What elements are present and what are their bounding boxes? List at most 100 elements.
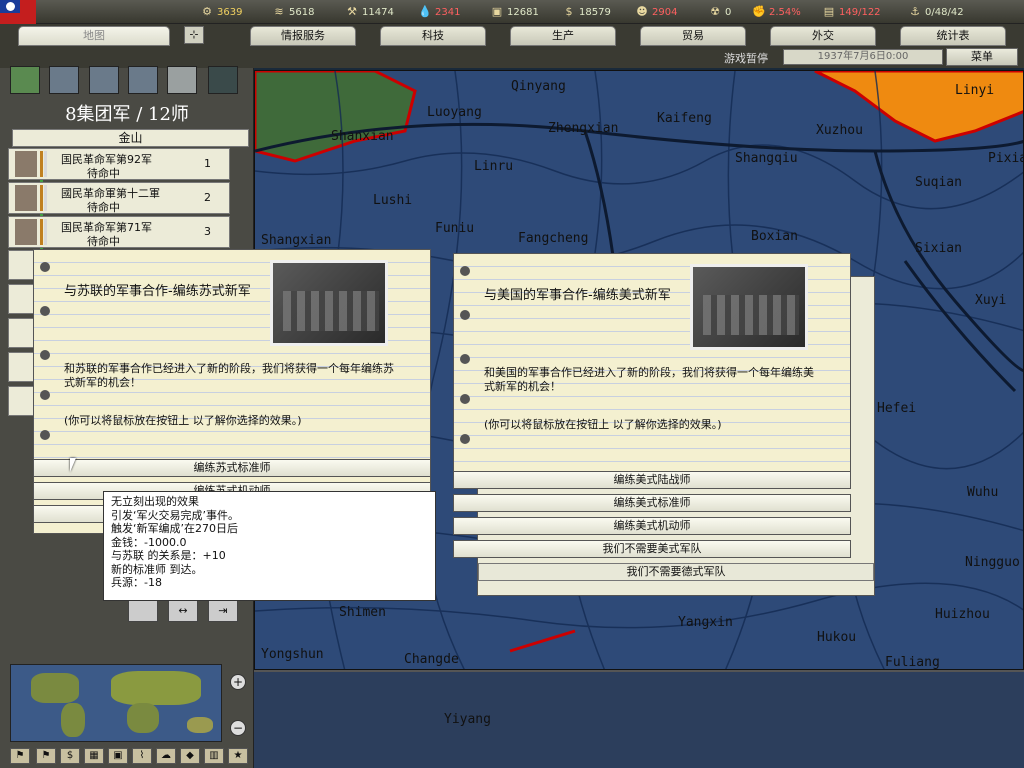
event-title: 与苏联的军事合作-编练苏式新军 — [64, 284, 251, 299]
event-photo — [270, 260, 388, 346]
unit-portrait-small[interactable] — [8, 386, 36, 416]
map-filter-terrain-icon[interactable]: ▦ — [84, 748, 104, 764]
city-label[interactable]: Boxian — [751, 229, 798, 244]
city-label[interactable]: Xuzhou — [816, 123, 863, 138]
map-filter-resource-icon[interactable]: ◆ — [180, 748, 200, 764]
tab-2[interactable]: 科技 — [380, 26, 486, 46]
city-label[interactable]: Shimen — [339, 605, 386, 620]
event-option-us-marine[interactable]: 编练美式陆战师 — [453, 471, 851, 489]
city-label[interactable]: Sixian — [915, 241, 962, 256]
tooltip-line: 兵源：-18 — [111, 576, 162, 589]
menu-button[interactable]: 菜单 — [946, 48, 1018, 66]
map-filter-province-icon[interactable]: ⚑ — [36, 748, 56, 764]
resource-value: 0/48/42 — [925, 6, 964, 18]
unit-row[interactable]: 国民革命军第71军 待命中 3 — [8, 216, 230, 274]
city-label[interactable]: Shangxian — [261, 233, 331, 248]
event-back-option[interactable]: 我们不需要德式军队 — [478, 563, 874, 581]
transport-icon: ▤ — [823, 5, 835, 18]
unit-row[interactable]: 国民革命军第92军 待命中 1 — [8, 148, 230, 206]
resource-value: 11474 — [362, 6, 394, 18]
tab-3[interactable]: 生产 — [510, 26, 616, 46]
city-label[interactable]: Linyi — [955, 83, 994, 98]
tab-5[interactable]: 外交 — [770, 26, 876, 46]
commander-portrait — [15, 185, 37, 211]
city-label[interactable]: Shanxian — [331, 129, 394, 144]
city-label[interactable]: Hefei — [877, 401, 916, 416]
city-label[interactable]: Fangcheng — [518, 231, 588, 246]
unit-portrait-small[interactable] — [8, 318, 36, 348]
resource-value: 0 — [725, 6, 732, 18]
map-filter-factory-icon[interactable]: ▥ — [204, 748, 224, 764]
city-label[interactable]: Zhengxian — [548, 121, 618, 136]
tab-1[interactable]: 情报服务 — [250, 26, 356, 46]
game-paused-label: 游戏暂停 — [724, 52, 768, 65]
nation-flag[interactable] — [0, 0, 36, 24]
city-label[interactable]: Hukou — [817, 630, 856, 645]
map-filter-star-icon[interactable]: ★ — [228, 748, 248, 764]
city-label[interactable]: Lushi — [373, 193, 412, 208]
city-label[interactable]: Luoyang — [427, 105, 482, 120]
tab-0[interactable]: 地图 — [18, 26, 170, 46]
minimize-icon[interactable]: ⊹ — [184, 26, 204, 44]
city-label[interactable]: Suqian — [915, 175, 962, 190]
artillery-icon[interactable] — [49, 66, 79, 94]
zoom-out-button[interactable]: − — [230, 720, 246, 736]
unit-state: 待命中 — [87, 167, 120, 180]
city-label[interactable]: Funiu — [435, 221, 474, 236]
merge-button[interactable]: ↔ — [168, 600, 198, 622]
map-filter-supply-icon[interactable]: ▣ — [108, 748, 128, 764]
air-units-icon[interactable] — [89, 66, 119, 94]
unit-portrait-small[interactable] — [8, 352, 36, 382]
city-label[interactable]: Kaifeng — [657, 111, 712, 126]
map-filter-infra-icon[interactable]: ⌇ — [132, 748, 152, 764]
metal-icon: ≋ — [274, 5, 284, 18]
resource-oil: 💧 2341 — [418, 4, 460, 20]
unit-state: 待命中 — [87, 201, 120, 214]
tab-4[interactable]: 贸易 — [640, 26, 746, 46]
split-button[interactable]: ⇥ — [208, 600, 238, 622]
date-display: 1937年7月6日0:00 — [783, 49, 943, 65]
dissent-icon: ✊ — [752, 5, 766, 18]
minimap[interactable] — [10, 664, 222, 742]
unit-portrait-small[interactable] — [8, 284, 36, 314]
map-filter-weather-icon[interactable]: ☁ — [156, 748, 176, 764]
unit-row[interactable]: 國民革命軍第十二軍 待命中 2 — [8, 182, 230, 240]
event-dialog-us: 与美国的军事合作-编练美式新军 和美国的军事合作已经进入了新的阶段，我们将获得一… — [453, 253, 851, 473]
map-filter-money-icon[interactable]: $ — [60, 748, 80, 764]
city-label[interactable]: Ningguo — [965, 555, 1020, 570]
event-body: 和苏联的军事合作已经进入了新的阶段，我们将获得一个每年编练苏式新军的机会！ — [64, 362, 394, 389]
city-label[interactable]: Pixian — [988, 151, 1023, 166]
event-option-us-mobile[interactable]: 编练美式机动师 — [453, 517, 851, 535]
unit-portrait-small[interactable] — [8, 250, 36, 280]
city-label[interactable]: Xuyi — [975, 293, 1006, 308]
oil-icon: 💧 — [418, 5, 432, 18]
map-filter-flag-icon[interactable]: ⚑ — [10, 748, 30, 764]
city-label[interactable]: Fuliang — [885, 655, 940, 669]
event-option-us-decline[interactable]: 我们不需要美式军队 — [453, 540, 851, 558]
city-label[interactable]: Linru — [474, 159, 513, 174]
city-label[interactable]: Yongshun — [261, 647, 324, 662]
land-units-icon[interactable] — [10, 66, 40, 94]
manpower-icon: ☻ — [636, 5, 648, 18]
resource-supplies: ▣ 12681 — [490, 4, 539, 20]
city-label[interactable]: Qinyang — [511, 79, 566, 94]
tab-6[interactable]: 统计表 — [900, 26, 1006, 46]
resource-transport: ▤ 149/122 — [822, 4, 881, 20]
commander-portrait — [15, 219, 37, 245]
event-option-soviet-standard[interactable]: 编练苏式标准师 — [33, 459, 431, 477]
unit-number: 3 — [204, 225, 211, 238]
city-label[interactable]: Yangxin — [678, 615, 733, 630]
naval-units-icon[interactable] — [128, 66, 158, 94]
event-option-us-standard[interactable]: 编练美式标准师 — [453, 494, 851, 512]
zoom-in-button[interactable]: + — [230, 674, 246, 690]
leader-icon[interactable] — [167, 66, 197, 94]
city-label[interactable]: Changde — [404, 652, 459, 667]
detach-button[interactable] — [128, 600, 158, 622]
city-label[interactable]: Shangqiu — [735, 151, 798, 166]
gear-icon: ⚙ — [202, 5, 212, 18]
city-label[interactable]: Huizhou — [935, 607, 990, 622]
convoy-icon: ⚓ — [910, 5, 920, 18]
city-label[interactable]: Wuhu — [967, 485, 998, 500]
reorganize-icon[interactable] — [208, 66, 238, 94]
map-bottom-strip[interactable]: Yiyang — [254, 670, 1024, 768]
